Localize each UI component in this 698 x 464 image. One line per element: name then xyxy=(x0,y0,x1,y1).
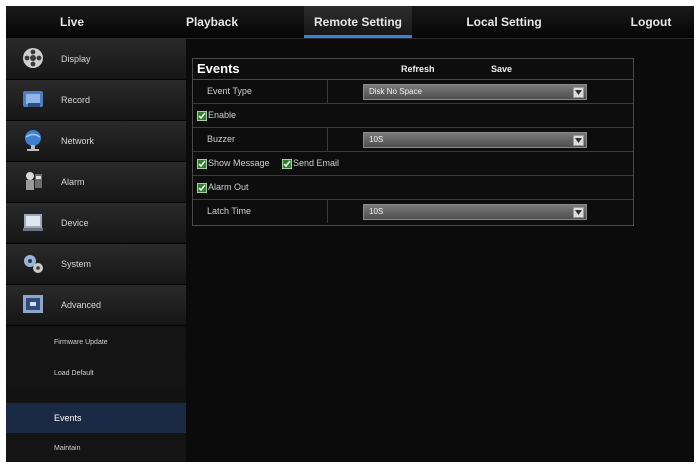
alarm-icon xyxy=(22,170,44,192)
chevron-down-icon xyxy=(573,87,584,98)
latch-time-select[interactable]: 10S xyxy=(363,204,587,220)
sidebar-subitem-maintain[interactable]: Maintain xyxy=(6,434,186,462)
sidebar-item-system[interactable]: System xyxy=(6,244,186,285)
film-reel-icon xyxy=(22,47,44,69)
sidebar-item-label: Alarm xyxy=(61,177,85,187)
sidebar-item-record[interactable]: Record xyxy=(6,80,186,121)
nav-local-setting[interactable]: Local Setting xyxy=(454,6,554,38)
buzzer-row: Buzzer 10S xyxy=(193,128,633,152)
alarm-out-label: Alarm Out xyxy=(208,182,249,192)
nav-remote-setting[interactable]: Remote Setting xyxy=(304,6,412,38)
buzzer-value: 10S xyxy=(369,135,384,144)
send-email-label: Send Email xyxy=(293,158,340,168)
dvr-settings-window: Live Playback Remote Setting Local Setti… xyxy=(6,6,694,462)
sidebar-item-label: Display xyxy=(61,54,91,64)
save-button[interactable]: Save xyxy=(491,59,512,79)
enable-label: Enable xyxy=(208,110,237,120)
events-panel: Events Refresh Save Event Type Disk No S… xyxy=(192,58,634,226)
row-divider xyxy=(327,80,328,103)
event-type-label: Event Type xyxy=(207,86,252,96)
event-type-row: Event Type Disk No Space xyxy=(193,80,633,104)
sidebar-subitem-firmware-update[interactable]: Firmware Update xyxy=(6,328,186,358)
sidebar-item-advanced[interactable]: Advanced xyxy=(6,285,186,326)
nav-logout[interactable]: Logout xyxy=(620,6,682,38)
refresh-button[interactable]: Refresh xyxy=(401,59,435,79)
sidebar-item-network[interactable]: Network xyxy=(6,121,186,162)
sidebar-item-label: Network xyxy=(61,136,95,146)
latch-time-label: Latch Time xyxy=(207,206,252,216)
buzzer-select[interactable]: 10S xyxy=(363,132,587,148)
buzzer-label: Buzzer xyxy=(207,134,236,144)
sidebar-item-label: Advanced xyxy=(61,300,102,310)
sidebar-subitem-load-default[interactable]: Load Default xyxy=(6,359,186,389)
event-type-select[interactable]: Disk No Space xyxy=(363,84,587,100)
settings-sidebar: Display Record Network Alarm Device Syst… xyxy=(6,39,186,462)
sidebar-item-label: Device xyxy=(61,218,89,228)
latch-time-value: 10S xyxy=(369,207,384,216)
checkbox-checked-icon xyxy=(197,183,207,193)
sidebar-item-device[interactable]: Device xyxy=(6,203,186,244)
event-type-value: Disk No Space xyxy=(369,87,422,96)
sidebar-item-alarm[interactable]: Alarm xyxy=(6,162,186,203)
system-gears-icon xyxy=(22,252,44,274)
sidebar-subitem-events[interactable]: Events xyxy=(6,403,186,433)
events-panel-header: Events Refresh Save xyxy=(193,59,633,80)
nav-playback[interactable]: Playback xyxy=(172,6,252,38)
row-divider xyxy=(327,128,328,151)
enable-row: Enable xyxy=(193,104,633,128)
latch-time-row: Latch Time 10S xyxy=(193,200,633,223)
top-navigation-bar: Live Playback Remote Setting Local Setti… xyxy=(6,6,694,39)
advanced-icon xyxy=(22,293,44,315)
checkbox-checked-icon xyxy=(197,159,207,169)
chevron-down-icon xyxy=(573,135,584,146)
notification-row: Show Message Send Email xyxy=(193,152,633,176)
record-icon xyxy=(22,88,44,110)
sidebar-item-label: System xyxy=(61,259,92,269)
chevron-down-icon xyxy=(573,207,584,218)
nav-live[interactable]: Live xyxy=(42,6,102,38)
sidebar-subitem-label: Load Default xyxy=(54,370,94,377)
show-message-label: Show Message xyxy=(208,158,270,168)
checkbox-checked-icon xyxy=(197,111,207,121)
sidebar-item-display[interactable]: Display xyxy=(6,39,186,80)
sidebar-subitem-label: Maintain xyxy=(54,445,81,452)
sidebar-subitem-label: Events xyxy=(54,413,82,423)
device-icon xyxy=(22,211,44,233)
network-globe-icon xyxy=(22,129,44,151)
sidebar-item-label: Record xyxy=(61,95,91,105)
page-title: Events xyxy=(197,61,240,76)
sidebar-subitem-label: Firmware Update xyxy=(54,339,108,346)
alarm-out-row: Alarm Out xyxy=(193,176,633,200)
row-divider xyxy=(327,200,328,223)
checkbox-checked-icon xyxy=(282,159,292,169)
